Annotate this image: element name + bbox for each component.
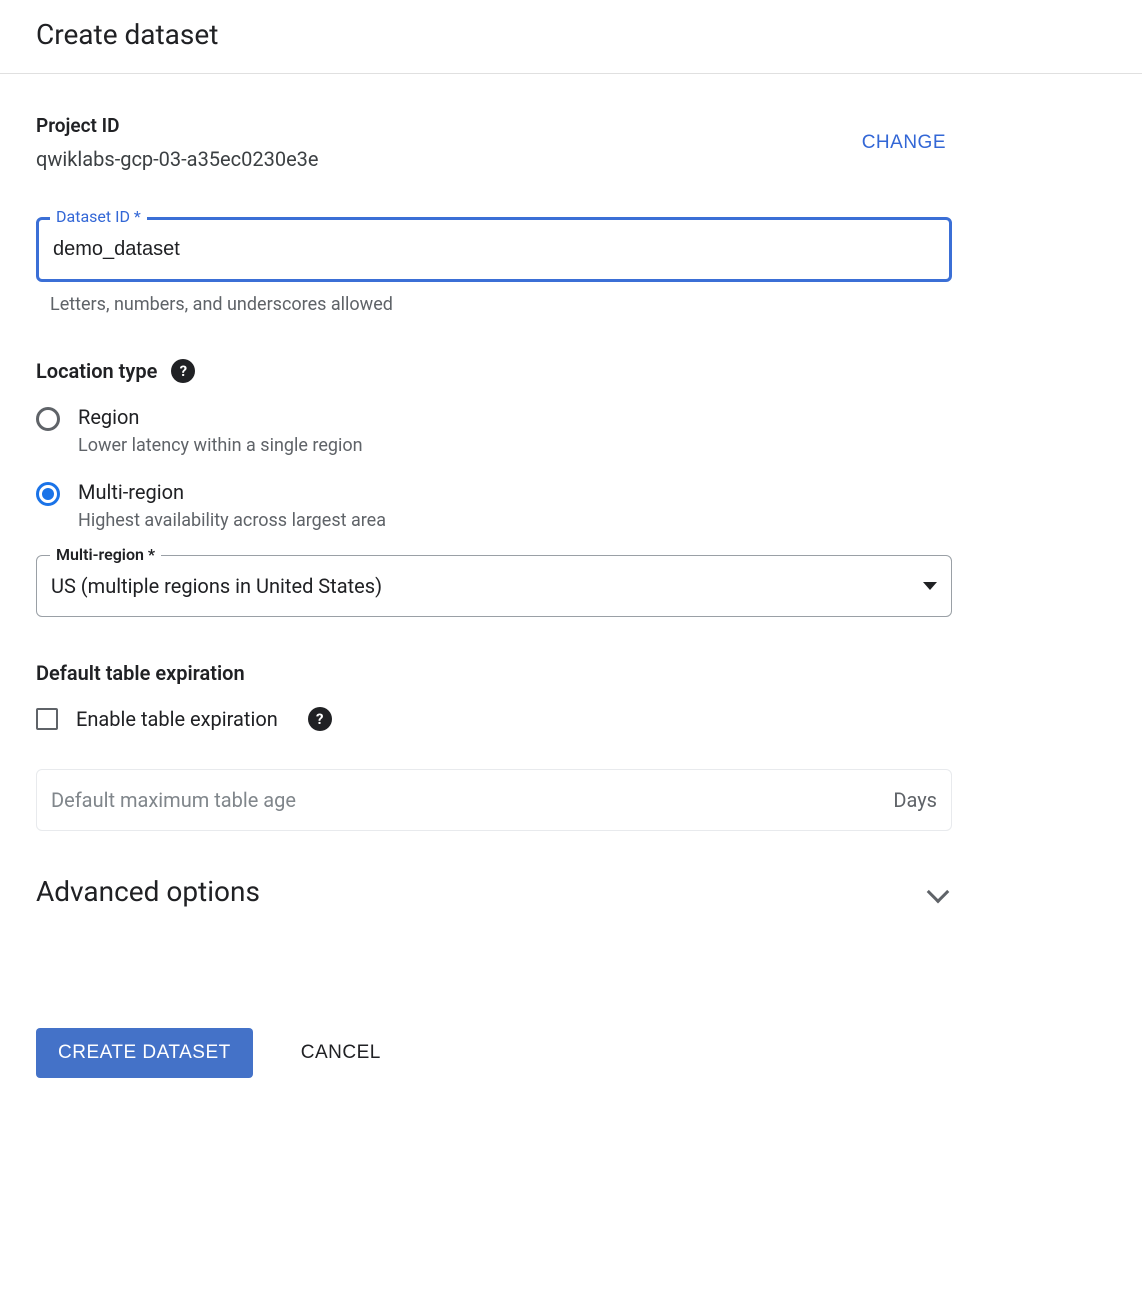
radio-multi-region-control[interactable] [36,482,60,506]
location-type-radio-group: Region Lower latency within a single reg… [36,405,1106,531]
change-project-button[interactable]: CHANGE [862,132,1106,154]
radio-region-control[interactable] [36,407,60,431]
multi-region-select[interactable]: US (multiple regions in United States) [36,555,952,617]
enable-expiration-checkbox[interactable] [36,708,58,730]
advanced-options-title: Advanced options [36,875,260,908]
radio-multi-region[interactable]: Multi-region Highest availability across… [36,480,1106,531]
page-title: Create dataset [36,18,1106,51]
cancel-button[interactable]: CANCEL [301,1042,381,1064]
enable-expiration-row: Enable table expiration ? [36,707,1106,731]
advanced-options-toggle[interactable]: Advanced options [36,875,952,908]
dataset-id-input[interactable] [36,217,952,282]
dialog-header: Create dataset [0,0,1142,74]
radio-region-desc: Lower latency within a single region [78,435,363,456]
multi-region-select-value: US (multiple regions in United States) [51,574,382,598]
max-table-age-suffix: Days [893,788,937,812]
project-info: Project ID qwiklabs-gcp-03-a35ec0230e3e [36,114,319,171]
enable-expiration-label: Enable table expiration [76,707,278,731]
create-dataset-button[interactable]: CREATE DATASET [36,1028,253,1078]
location-type-title: Location type ? [36,359,1106,383]
expiration-label: Default table expiration [36,661,245,685]
dataset-id-label: Dataset ID * [50,207,147,226]
project-row: Project ID qwiklabs-gcp-03-a35ec0230e3e … [36,114,1106,171]
project-id-label: Project ID [36,114,319,137]
chevron-down-icon [927,880,950,903]
help-icon[interactable]: ? [171,359,195,383]
expiration-section: Default table expiration Enable table ex… [36,661,1106,831]
location-type-label: Location type [36,359,157,383]
dropdown-caret-icon [923,582,937,590]
radio-region-label: Region [78,405,363,429]
radio-multi-region-desc: Highest availability across largest area [78,510,386,531]
radio-multi-region-label: Multi-region [78,480,386,504]
dialog-content: Project ID qwiklabs-gcp-03-a35ec0230e3e … [0,74,1142,1098]
dataset-id-helper: Letters, numbers, and underscores allowe… [50,294,1106,315]
expiration-title: Default table expiration [36,661,1106,685]
dialog-actions: CREATE DATASET CANCEL [36,1028,1106,1078]
dataset-id-field: Dataset ID * [36,217,1106,282]
max-table-age-input[interactable]: Default maximum table age Days [36,769,952,831]
max-table-age-placeholder: Default maximum table age [51,788,296,812]
help-icon[interactable]: ? [308,707,332,731]
radio-region[interactable]: Region Lower latency within a single reg… [36,405,1106,456]
multi-region-select-label: Multi-region * [50,545,161,564]
project-id-value: qwiklabs-gcp-03-a35ec0230e3e [36,147,319,171]
multi-region-select-wrap: Multi-region * US (multiple regions in U… [36,555,952,617]
location-type-section: Location type ? Region Lower latency wit… [36,359,1106,617]
